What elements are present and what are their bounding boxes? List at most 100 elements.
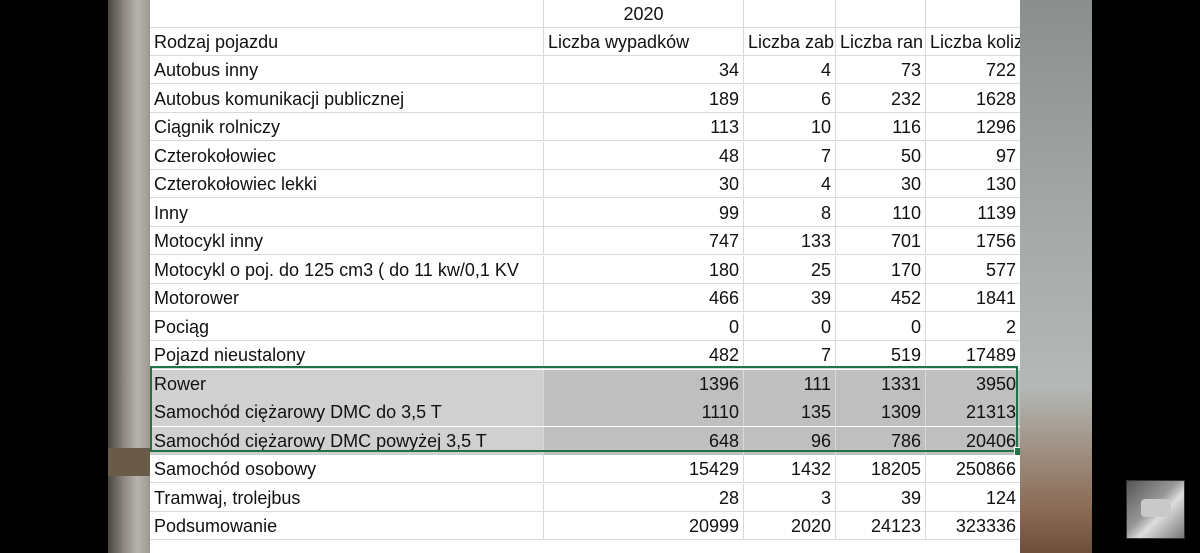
injured-cell[interactable]: 24123 bbox=[836, 512, 926, 540]
accidents-cell[interactable]: 1110 bbox=[544, 398, 744, 426]
accidents-cell[interactable]: 747 bbox=[544, 227, 744, 255]
empty-cell[interactable] bbox=[836, 0, 926, 28]
accidents-cell[interactable]: 20999 bbox=[544, 512, 744, 540]
collisions-cell[interactable]: 17489 bbox=[926, 341, 1020, 369]
killed-cell[interactable]: 39 bbox=[744, 284, 836, 312]
vehicle-type-cell[interactable]: Autobus komunikacji publicznej bbox=[150, 84, 544, 113]
spreadsheet-grid[interactable]: 2020 Rodzaj pojazdu Liczba wypadków Licz… bbox=[150, 0, 1020, 553]
killed-cell[interactable]: 6 bbox=[744, 84, 836, 113]
accidents-cell[interactable]: 99 bbox=[544, 198, 744, 227]
killed-cell[interactable]: 133 bbox=[744, 227, 836, 255]
killed-cell[interactable]: 111 bbox=[744, 369, 836, 398]
accidents-cell[interactable]: 466 bbox=[544, 284, 744, 312]
injured-cell[interactable]: 30 bbox=[836, 170, 926, 198]
killed-cell[interactable]: 4 bbox=[744, 170, 836, 198]
injured-cell[interactable]: 701 bbox=[836, 227, 926, 255]
fill-handle[interactable] bbox=[1014, 447, 1020, 456]
vehicle-type-cell[interactable]: Pojazd nieustalony bbox=[150, 341, 544, 369]
year-cell[interactable]: 2020 bbox=[544, 0, 744, 28]
injured-cell[interactable]: 39 bbox=[836, 483, 926, 512]
accidents-cell[interactable]: 30 bbox=[544, 170, 744, 198]
killed-cell[interactable]: 1432 bbox=[744, 455, 836, 483]
accidents-cell[interactable]: 0 bbox=[544, 312, 744, 341]
killed-cell[interactable]: 96 bbox=[744, 426, 836, 455]
collisions-cell[interactable]: 3950 bbox=[926, 369, 1020, 398]
collisions-cell[interactable]: 21313 bbox=[926, 398, 1020, 426]
killed-cell[interactable]: 25 bbox=[744, 255, 836, 284]
collisions-cell[interactable]: 20406 bbox=[926, 426, 1020, 455]
header-vehicle-type[interactable]: Rodzaj pojazdu bbox=[150, 28, 544, 56]
vehicle-type-cell[interactable]: Autobus inny bbox=[150, 56, 544, 84]
killed-cell[interactable]: 8 bbox=[744, 198, 836, 227]
vehicle-type-cell[interactable]: Czterokołowiec lekki bbox=[150, 170, 544, 198]
camera-thumbnail[interactable] bbox=[1126, 480, 1185, 539]
killed-cell[interactable]: 7 bbox=[744, 341, 836, 369]
collisions-cell[interactable]: 1841 bbox=[926, 284, 1020, 312]
empty-cell[interactable] bbox=[744, 0, 836, 28]
accidents-cell[interactable]: 189 bbox=[544, 84, 744, 113]
injured-cell[interactable]: 1331 bbox=[836, 369, 926, 398]
killed-cell[interactable]: 0 bbox=[744, 312, 836, 341]
table-row: Motocykl o poj. do 125 cm3 ( do 11 kw/0,… bbox=[150, 255, 1020, 284]
killed-cell[interactable]: 7 bbox=[744, 141, 836, 170]
injured-cell[interactable]: 18205 bbox=[836, 455, 926, 483]
accidents-cell[interactable]: 648 bbox=[544, 426, 744, 455]
vehicle-type-cell[interactable]: Podsumowanie bbox=[150, 512, 544, 540]
collisions-cell[interactable]: 1139 bbox=[926, 199, 1020, 227]
collisions-cell[interactable]: 577 bbox=[926, 256, 1020, 284]
accidents-cell[interactable]: 15429 bbox=[544, 455, 744, 483]
vehicle-type-cell[interactable]: Samochód ciężarowy DMC do 3,5 T bbox=[150, 398, 544, 426]
injured-cell[interactable]: 519 bbox=[836, 341, 926, 369]
injured-cell[interactable]: 0 bbox=[836, 312, 926, 341]
collisions-cell[interactable]: 2 bbox=[926, 313, 1020, 341]
injured-cell[interactable]: 73 bbox=[836, 56, 926, 84]
injured-cell[interactable]: 232 bbox=[836, 84, 926, 113]
killed-cell[interactable]: 3 bbox=[744, 483, 836, 512]
killed-cell[interactable]: 10 bbox=[744, 113, 836, 141]
vehicle-type-cell[interactable]: Ciągnik rolniczy bbox=[150, 113, 544, 141]
collisions-cell[interactable]: 1756 bbox=[926, 227, 1020, 255]
accidents-cell[interactable]: 1396 bbox=[544, 369, 744, 398]
accidents-cell[interactable]: 48 bbox=[544, 141, 744, 170]
collisions-cell[interactable]: 722 bbox=[926, 56, 1020, 84]
accidents-cell[interactable]: 34 bbox=[544, 56, 744, 84]
injured-cell[interactable]: 50 bbox=[836, 141, 926, 170]
collisions-cell[interactable]: 250866 bbox=[926, 455, 1020, 483]
accidents-cell[interactable]: 113 bbox=[544, 113, 744, 141]
collisions-cell[interactable]: 130 bbox=[926, 170, 1020, 198]
injured-cell[interactable]: 1309 bbox=[836, 398, 926, 426]
header-injured[interactable]: Liczba ran bbox=[836, 28, 926, 56]
injured-cell[interactable]: 170 bbox=[836, 255, 926, 284]
collisions-cell[interactable]: 1628 bbox=[926, 85, 1020, 113]
vehicle-type-cell[interactable]: Motorower bbox=[150, 284, 544, 312]
accidents-cell[interactable]: 28 bbox=[544, 483, 744, 512]
injured-cell[interactable]: 110 bbox=[836, 198, 926, 227]
header-collisions[interactable]: Liczba kolizji bbox=[926, 28, 1020, 56]
header-killed[interactable]: Liczba zab bbox=[744, 28, 836, 56]
injured-cell[interactable]: 116 bbox=[836, 113, 926, 141]
collisions-cell[interactable]: 124 bbox=[926, 484, 1020, 512]
vehicle-type-cell[interactable]: Tramwaj, trolejbus bbox=[150, 483, 544, 512]
injured-cell[interactable]: 452 bbox=[836, 284, 926, 312]
table-row: Podsumowanie 20999 2020 24123 323336 bbox=[150, 512, 1020, 540]
vehicle-type-cell[interactable]: Inny bbox=[150, 198, 544, 227]
empty-cell[interactable] bbox=[926, 0, 1020, 28]
killed-cell[interactable]: 4 bbox=[744, 56, 836, 84]
accidents-cell[interactable]: 180 bbox=[544, 255, 744, 284]
vehicle-type-cell[interactable]: Rower bbox=[150, 369, 544, 398]
vehicle-type-cell[interactable]: Czterokołowiec bbox=[150, 141, 544, 170]
vehicle-type-cell[interactable]: Samochód ciężarowy DMC powyżej 3,5 T bbox=[150, 426, 544, 455]
empty-cell[interactable] bbox=[150, 0, 544, 28]
collisions-cell[interactable]: 1296 bbox=[926, 113, 1020, 141]
vehicle-type-cell[interactable]: Pociąg bbox=[150, 312, 544, 341]
vehicle-type-cell[interactable]: Motocykl inny bbox=[150, 227, 544, 255]
accidents-cell[interactable]: 482 bbox=[544, 341, 744, 369]
header-accidents[interactable]: Liczba wypadków bbox=[544, 28, 744, 56]
killed-cell[interactable]: 135 bbox=[744, 398, 836, 426]
injured-cell[interactable]: 786 bbox=[836, 426, 926, 455]
collisions-cell[interactable]: 97 bbox=[926, 142, 1020, 170]
killed-cell[interactable]: 2020 bbox=[744, 512, 836, 540]
vehicle-type-cell[interactable]: Samochód osobowy bbox=[150, 455, 544, 483]
vehicle-type-cell[interactable]: Motocykl o poj. do 125 cm3 ( do 11 kw/0,… bbox=[150, 255, 544, 284]
collisions-cell[interactable]: 323336 bbox=[926, 512, 1020, 540]
